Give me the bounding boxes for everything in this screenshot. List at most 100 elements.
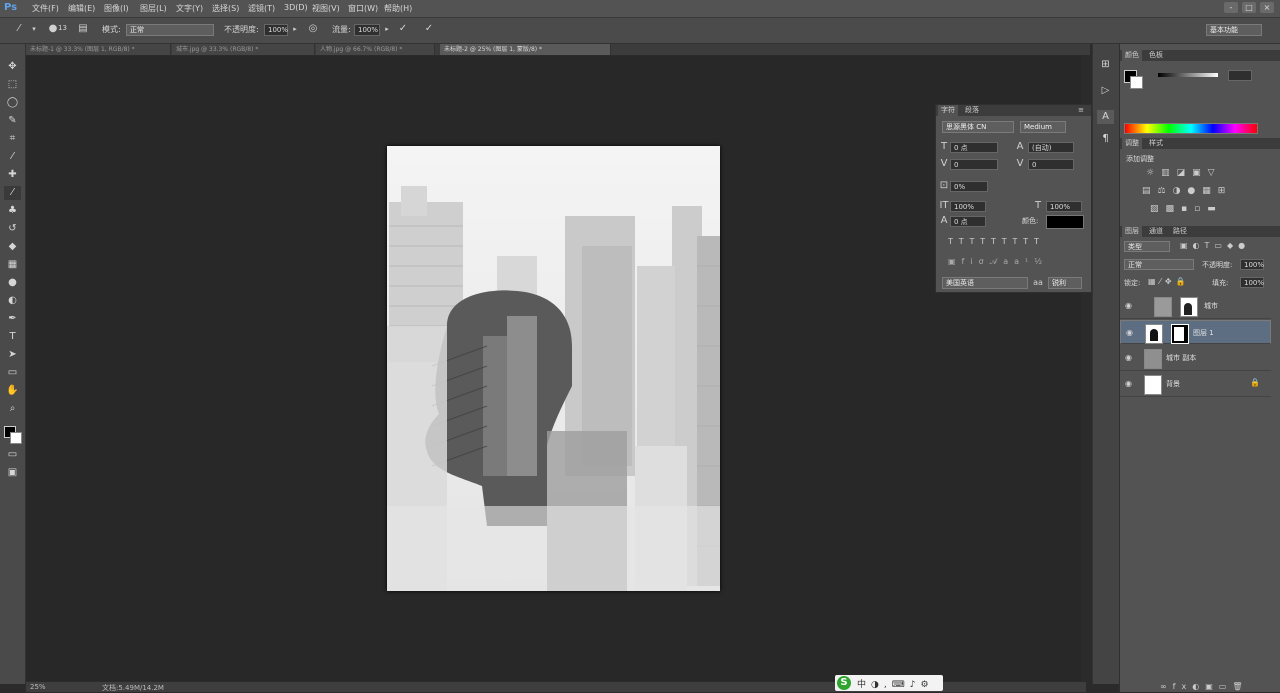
ime-logo[interactable]: S	[837, 676, 851, 690]
move-tool-icon[interactable]: ✥	[4, 60, 21, 74]
pressure-opacity-icon[interactable]: ◎	[306, 23, 320, 35]
clone-stamp-tool-icon[interactable]: ♣	[4, 204, 21, 218]
menu-image[interactable]: 图像(I)	[104, 3, 129, 14]
tab-adjustments[interactable]: 调整	[1122, 138, 1142, 149]
baseline-shift-input[interactable]: 0 点	[950, 216, 986, 227]
tab-styles[interactable]: 样式	[1146, 138, 1166, 149]
crop-tool-icon[interactable]: ⌗	[4, 132, 21, 146]
layer-filter-select[interactable]: 类型	[1124, 241, 1170, 252]
gray-value-input[interactable]	[1228, 70, 1252, 81]
tab-paths[interactable]: 路径	[1170, 226, 1190, 237]
close-button[interactable]: ×	[1260, 2, 1274, 13]
proportional-spacing-input[interactable]: 0%	[950, 181, 988, 192]
menu-view[interactable]: 视图(V)	[312, 3, 340, 14]
color-spectrum-bar[interactable]	[1124, 123, 1258, 134]
ime-toolbar[interactable]: S 中◑,⌨♪⚙	[835, 675, 943, 691]
font-size-input[interactable]: 0 点	[950, 142, 998, 153]
opentype-buttons[interactable]: ▣fiσ𝒜aa¹½	[948, 257, 1083, 267]
menu-help[interactable]: 帮助(H)	[384, 3, 412, 14]
font-family-select[interactable]: 思源黑体 CN	[942, 121, 1014, 133]
doc-tab-active[interactable]: 未标题-2 @ 25% (图层 1, 蒙版/8) *	[440, 44, 611, 55]
adjustment-icons-row-2[interactable]: ▤⚖◑●▦⊞	[1142, 186, 1252, 196]
menu-window[interactable]: 窗口(W)	[348, 3, 378, 14]
tab-paragraph[interactable]: 段落	[962, 105, 982, 116]
vertical-scale-input[interactable]: 100%	[950, 201, 986, 212]
layer-name[interactable]: 城市 副本	[1166, 353, 1196, 363]
tab-channels[interactable]: 通道	[1146, 226, 1166, 237]
layer-bottom-buttons[interactable]: ∞fx◐▣▭🗑	[1160, 682, 1270, 691]
healing-brush-tool-icon[interactable]: ✚	[4, 168, 21, 182]
layer-row[interactable]: ◉ 城市 副本	[1120, 346, 1271, 371]
flow-input[interactable]: 100%	[354, 24, 380, 36]
opacity-dropdown-icon[interactable]: ▸	[290, 23, 300, 35]
lasso-tool-icon[interactable]: ◯	[4, 96, 21, 110]
zoom-tool-icon[interactable]: ⌕	[4, 402, 21, 416]
blend-mode-select[interactable]: 正常	[1124, 259, 1194, 270]
gradient-tool-icon[interactable]: ▦	[4, 258, 21, 272]
lock-icons[interactable]: ▦⁄✥🔒	[1148, 277, 1200, 286]
doc-tab[interactable]: 城市.jpg @ 33.3% (RGB/8) *	[172, 44, 315, 55]
character-panel-icon[interactable]: A	[1097, 110, 1114, 124]
layer-mask-thumbnail[interactable]	[1180, 297, 1198, 317]
brush-tool-icon[interactable]: ⁄	[4, 186, 21, 200]
dodge-tool-icon[interactable]: ◐	[4, 294, 21, 308]
menu-filter[interactable]: 滤镜(T)	[248, 3, 275, 14]
flow-dropdown-icon[interactable]: ▸	[382, 23, 392, 35]
ime-icons[interactable]: 中◑,⌨♪⚙	[857, 677, 934, 690]
pen-tool-icon[interactable]: ✒	[4, 312, 21, 326]
kerning-input[interactable]: 0	[950, 159, 998, 170]
airbrush-icon[interactable]: ✓	[396, 23, 410, 35]
shape-tool-icon[interactable]: ▭	[4, 366, 21, 380]
screen-mode-icon[interactable]: ▣	[4, 466, 21, 480]
menu-layer[interactable]: 图层(L)	[140, 3, 167, 14]
background-color-swatch[interactable]	[10, 432, 22, 444]
doc-tab[interactable]: 人物.jpg @ 66.7% (RGB/8) *	[316, 44, 435, 55]
quick-select-tool-icon[interactable]: ✎	[4, 114, 21, 128]
pressure-size-icon[interactable]: ✓	[422, 23, 436, 35]
tracking-input[interactable]: 0	[1028, 159, 1074, 170]
language-select[interactable]: 美国英语	[942, 277, 1028, 289]
eraser-tool-icon[interactable]: ◆	[4, 240, 21, 254]
text-style-buttons[interactable]: TTTTTTTTT	[948, 237, 1083, 247]
minimize-button[interactable]: -	[1224, 2, 1238, 13]
adjustment-icons-row-3[interactable]: ▨▩▪▫▬	[1150, 204, 1250, 214]
layer-filter-icons[interactable]: ▣◐T▭◆●	[1180, 241, 1272, 250]
tab-character[interactable]: 字符	[938, 105, 958, 116]
paragraph-panel-icon[interactable]: ¶	[1097, 132, 1114, 146]
history-brush-tool-icon[interactable]: ↺	[4, 222, 21, 236]
history-panel-icon[interactable]: ⊞	[1097, 58, 1114, 72]
leading-input[interactable]: (自动)	[1028, 142, 1074, 153]
layer-name[interactable]: 背景	[1166, 379, 1180, 389]
brush-panel-icon[interactable]: ▤	[76, 23, 90, 35]
document-canvas[interactable]	[387, 146, 720, 591]
maximize-button[interactable]: □	[1242, 2, 1256, 13]
menu-type[interactable]: 文字(Y)	[176, 3, 203, 14]
blur-tool-icon[interactable]: ●	[4, 276, 21, 290]
visibility-eye-icon[interactable]: ◉	[1125, 379, 1134, 388]
menu-edit[interactable]: 编辑(E)	[68, 3, 95, 14]
tab-color[interactable]: 颜色	[1122, 50, 1142, 61]
zoom-level[interactable]: 25%	[30, 683, 46, 691]
layer-opacity-input[interactable]: 100%	[1240, 259, 1264, 270]
actions-panel-icon[interactable]: ▷	[1097, 84, 1114, 98]
eyedropper-tool-icon[interactable]: ⁄	[4, 150, 21, 164]
layer-name[interactable]: 图层 1	[1193, 328, 1214, 338]
workspace-select[interactable]: 基本功能	[1206, 24, 1262, 36]
visibility-eye-icon[interactable]: ◉	[1125, 353, 1134, 362]
visibility-eye-icon[interactable]: ◉	[1126, 328, 1135, 337]
font-style-select[interactable]: Medium	[1020, 121, 1066, 133]
menu-3d[interactable]: 3D(D)	[284, 3, 308, 12]
anti-alias-select[interactable]: 锐利	[1048, 277, 1082, 289]
quick-mask-icon[interactable]: ▭	[4, 448, 21, 462]
fill-input[interactable]: 100%	[1240, 277, 1264, 288]
horizontal-scale-input[interactable]: 100%	[1046, 201, 1082, 212]
chevron-down-icon[interactable]: ▾	[30, 23, 38, 35]
gray-slider[interactable]	[1158, 73, 1218, 77]
type-tool-icon[interactable]: T	[4, 330, 21, 344]
mode-select[interactable]: 正常	[126, 24, 214, 36]
doc-tab[interactable]: 未标题-1 @ 33.3% (图层 1, RGB/8) *	[26, 44, 171, 55]
visibility-eye-icon[interactable]: ◉	[1125, 301, 1134, 310]
layer-row[interactable]: ◉ 背景 🔒	[1120, 372, 1271, 397]
brush-tool-preset-icon[interactable]: ⁄	[12, 23, 26, 35]
menu-select[interactable]: 选择(S)	[212, 3, 239, 14]
